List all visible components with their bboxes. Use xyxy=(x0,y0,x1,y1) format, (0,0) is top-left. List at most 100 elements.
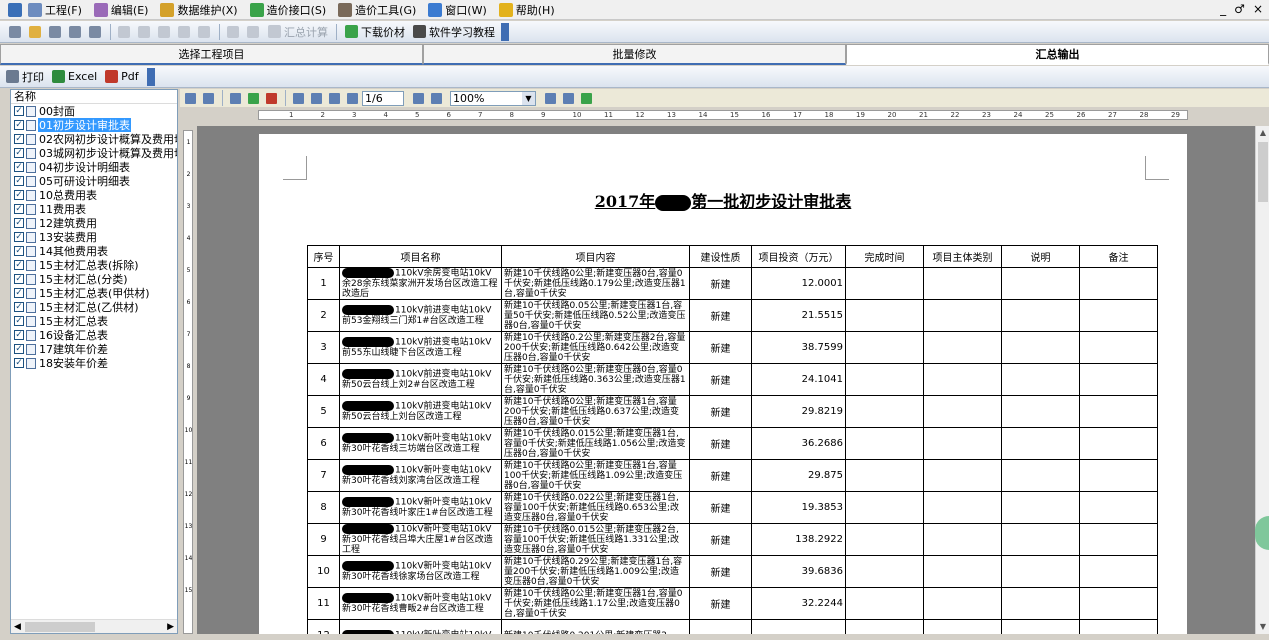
checkbox[interactable]: ✓ xyxy=(14,148,24,158)
single-page-icon[interactable] xyxy=(542,91,558,105)
checkbox[interactable]: ✓ xyxy=(14,344,24,354)
undo-icon[interactable] xyxy=(115,24,133,40)
save-all-icon[interactable] xyxy=(66,24,84,40)
insert-icon[interactable] xyxy=(224,24,242,40)
tree-item[interactable]: ✓ 10总费用表 xyxy=(11,188,177,202)
checkbox[interactable]: ✓ xyxy=(14,190,24,200)
checkbox[interactable]: ✓ xyxy=(14,246,24,256)
checkbox[interactable]: ✓ xyxy=(14,204,24,214)
save-icon[interactable] xyxy=(46,24,64,40)
tree-item[interactable]: ✓ 05可研设计明细表 xyxy=(11,174,177,188)
delete-icon[interactable] xyxy=(244,24,262,40)
scroll-thumb[interactable] xyxy=(1258,142,1268,202)
trash-icon[interactable] xyxy=(86,24,104,40)
close-button[interactable]: × xyxy=(1253,2,1263,16)
zoom-select[interactable]: 100% ▼ xyxy=(450,90,536,106)
prev-page-icon[interactable] xyxy=(308,91,324,105)
tree-horizontal-scrollbar[interactable]: ◀ ▶ xyxy=(11,619,177,633)
find-icon[interactable] xyxy=(195,24,213,40)
scroll-thumb[interactable] xyxy=(25,622,95,632)
print-preview-icon[interactable] xyxy=(182,91,198,105)
menu-item-5[interactable]: 窗口(W) xyxy=(428,2,487,18)
checkbox[interactable]: ✓ xyxy=(14,316,24,326)
tree-item[interactable]: ✓ 12建筑费用 xyxy=(11,216,177,230)
summary-calc-button[interactable]: 汇总计算 xyxy=(264,23,332,41)
minimize-button[interactable]: _ xyxy=(1220,2,1226,16)
checkbox[interactable]: ✓ xyxy=(14,330,24,340)
menu-item-6[interactable]: 帮助(H) xyxy=(498,2,555,18)
report-icon xyxy=(26,301,36,313)
page-number-input[interactable]: 1/6 xyxy=(362,90,404,106)
cell-name: 110kV余房变电站10kV余28余东线菜家洲开发场台区改造工程改造后 xyxy=(339,267,502,300)
preview-vertical-scrollbar[interactable]: ▲ ▼ xyxy=(1255,126,1269,634)
export-pdf-button[interactable]: Pdf xyxy=(105,70,139,83)
checkbox[interactable]: ✓ xyxy=(14,274,24,284)
ruler-label: 29 xyxy=(1171,111,1180,119)
paste-icon[interactable] xyxy=(175,24,193,40)
menu-item-4[interactable]: 造价工具(G) xyxy=(338,2,416,18)
cut-icon[interactable] xyxy=(135,24,153,40)
tutorial-button[interactable]: 软件学习教程 xyxy=(409,23,499,41)
print-button[interactable]: 打印 xyxy=(6,69,44,85)
multi-page-icon[interactable] xyxy=(578,91,594,105)
tree-item[interactable]: ✓ 11费用表 xyxy=(11,202,177,216)
toolbar-overflow-handle[interactable] xyxy=(146,67,155,86)
menu-item-0[interactable]: 工程(F) xyxy=(28,2,82,18)
tree-item[interactable]: ✓ 01初步设计审批表 xyxy=(11,118,177,132)
export-image-icon[interactable] xyxy=(245,91,261,105)
scroll-down-icon[interactable]: ▼ xyxy=(1256,620,1269,634)
tree-item[interactable]: ✓ 15主材汇总(乙供材) xyxy=(11,300,177,314)
ruler-label: 11 xyxy=(604,111,613,119)
checkbox[interactable]: ✓ xyxy=(14,288,24,298)
tree-item[interactable]: ✓ 18安装年价差 xyxy=(11,356,177,370)
download-prices-button[interactable]: 下载价材 xyxy=(341,23,409,41)
tree-item[interactable]: ✓ 03城网初步设计概算及费用切块表 xyxy=(11,146,177,160)
checkbox[interactable]: ✓ xyxy=(14,232,24,242)
copy-icon[interactable] xyxy=(155,24,173,40)
page-width-icon[interactable] xyxy=(560,91,576,105)
checkbox[interactable]: ✓ xyxy=(14,260,24,270)
book-icon[interactable] xyxy=(200,91,216,105)
checkbox[interactable]: ✓ xyxy=(14,120,24,130)
tab-0[interactable]: 选择工程项目 xyxy=(0,44,423,65)
tree-item[interactable]: ✓ 15主材汇总表(拆除) xyxy=(11,258,177,272)
export-excel-button[interactable]: Excel xyxy=(52,70,97,83)
new-file-icon[interactable] xyxy=(6,24,24,40)
checkbox[interactable]: ✓ xyxy=(14,218,24,228)
tree-item[interactable]: ✓ 15主材汇总表(甲供材) xyxy=(11,286,177,300)
next-page-icon[interactable] xyxy=(326,91,342,105)
zoom-in-icon[interactable] xyxy=(410,91,426,105)
checkbox[interactable]: ✓ xyxy=(14,134,24,144)
page-setup-icon[interactable] xyxy=(227,91,243,105)
tree-item[interactable]: ✓ 16设备汇总表 xyxy=(11,328,177,342)
toolbar-overflow-handle[interactable] xyxy=(501,22,509,41)
tree-item[interactable]: ✓ 02农网初步设计概算及费用切块表 xyxy=(11,132,177,146)
tree-item[interactable]: ✓ 15主材汇总(分类) xyxy=(11,272,177,286)
tab-2[interactable]: 汇总输出 xyxy=(846,44,1269,65)
scroll-right-icon[interactable]: ▶ xyxy=(167,622,174,632)
open-folder-icon[interactable] xyxy=(26,24,44,40)
tree-item[interactable]: ✓ 04初步设计明细表 xyxy=(11,160,177,174)
checkbox[interactable]: ✓ xyxy=(14,302,24,312)
tree-item[interactable]: ✓ 14其他费用表 xyxy=(11,244,177,258)
menu-item-2[interactable]: 数据维护(X) xyxy=(160,2,238,18)
checkbox[interactable]: ✓ xyxy=(14,162,24,172)
tree-item[interactable]: ✓ 00封面 xyxy=(11,104,177,118)
export-pdf-icon[interactable] xyxy=(263,91,279,105)
last-page-icon[interactable] xyxy=(344,91,360,105)
tab-1[interactable]: 批量修改 xyxy=(423,44,846,65)
scroll-up-icon[interactable]: ▲ xyxy=(1256,126,1269,140)
menu-item-1[interactable]: 编辑(E) xyxy=(93,2,148,18)
checkbox[interactable]: ✓ xyxy=(14,176,24,186)
first-page-icon[interactable] xyxy=(290,91,306,105)
checkbox[interactable]: ✓ xyxy=(14,358,24,368)
chevron-down-icon[interactable]: ▼ xyxy=(522,91,535,105)
zoom-out-icon[interactable] xyxy=(428,91,444,105)
tree-item[interactable]: ✓ 17建筑年价差 xyxy=(11,342,177,356)
tree-item[interactable]: ✓ 13安装费用 xyxy=(11,230,177,244)
tree-item[interactable]: ✓ 15主材汇总表 xyxy=(11,314,177,328)
scroll-left-icon[interactable]: ◀ xyxy=(14,622,21,632)
restore-button[interactable]: ♂ xyxy=(1234,2,1245,16)
checkbox[interactable]: ✓ xyxy=(14,106,24,116)
menu-item-3[interactable]: 造价接口(S) xyxy=(249,2,326,18)
